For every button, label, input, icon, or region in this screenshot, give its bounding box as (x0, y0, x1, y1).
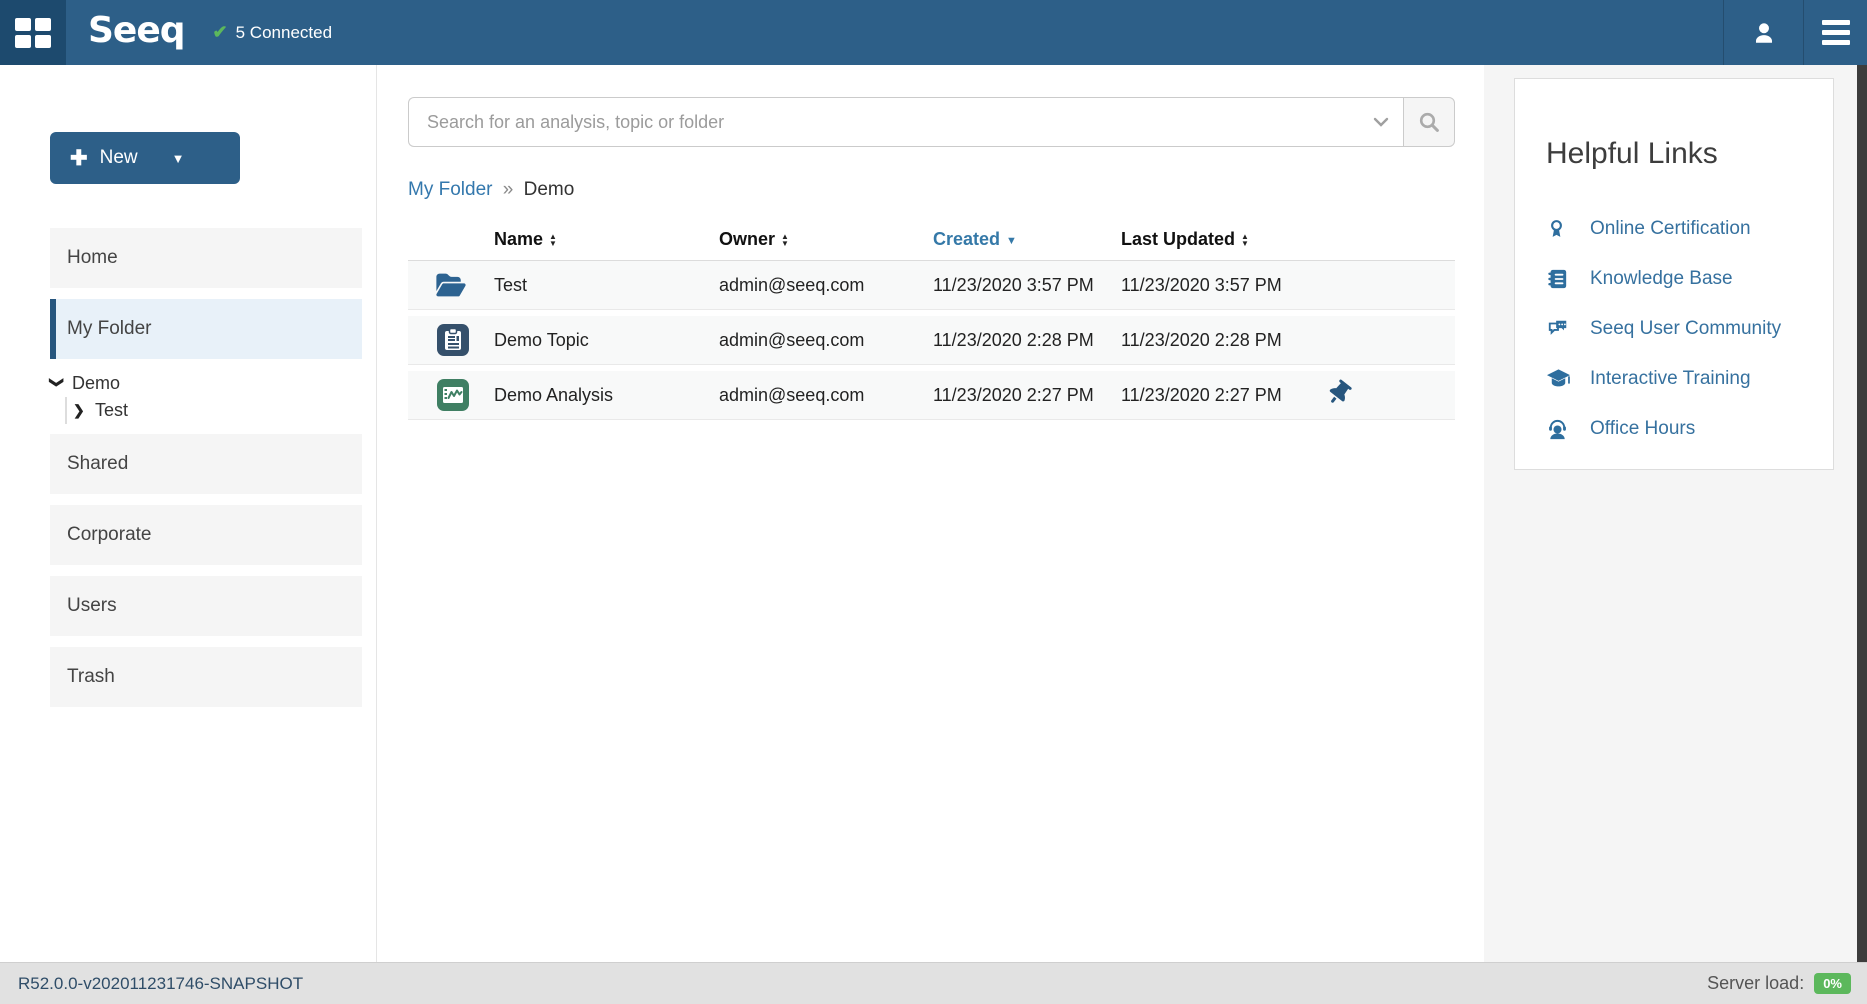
column-header-owner[interactable]: Owner ▲▼ (719, 229, 933, 250)
search-icon (1418, 111, 1440, 133)
main-content: My Folder » Demo Name ▲▼ Owner ▲▼ Create… (377, 65, 1484, 962)
item-name[interactable]: Demo Topic (494, 330, 719, 351)
helpful-links-title: Helpful Links (1546, 137, 1813, 171)
content-table: Name ▲▼ Owner ▲▼ Created ▼ Last Updated … (408, 219, 1455, 420)
link-label: Interactive Training (1590, 368, 1751, 390)
breadcrumb-current: Demo (524, 179, 575, 200)
tree-item-test[interactable]: ❯ Test (73, 397, 376, 424)
table-row[interactable]: Demo Analysis admin@seeq.com 11/23/2020 … (408, 371, 1455, 420)
column-header-name[interactable]: Name ▲▼ (494, 229, 719, 250)
sidebar-item-label: Users (67, 595, 117, 617)
sidebar-item-label: Shared (67, 453, 128, 475)
plus-icon: ✚ (70, 146, 88, 171)
check-icon: ✔ (213, 22, 228, 43)
connection-status[interactable]: ✔ 5 Connected (213, 0, 333, 65)
new-button[interactable]: ✚ New ▼ (50, 132, 240, 184)
item-owner: admin@seeq.com (719, 385, 933, 406)
sidebar-item-users[interactable]: Users (50, 576, 362, 636)
folder-tree: ❯ Demo ❯ Test (50, 370, 376, 424)
server-load-badge: 0% (1814, 973, 1851, 994)
folder-icon (436, 272, 494, 298)
analysis-icon (436, 378, 494, 412)
sort-icon: ▲▼ (1241, 233, 1249, 247)
tree-item-demo[interactable]: ❯ Demo (50, 370, 376, 397)
hamburger-icon (1822, 20, 1850, 45)
caret-down-icon[interactable]: ▼ (172, 151, 185, 166)
breadcrumb-separator: » (503, 179, 514, 200)
headset-icon (1546, 418, 1576, 440)
sidebar: ✚ New ▼ Home My Folder ❯ Demo ❯ Test (0, 65, 377, 962)
link-label: Knowledge Base (1590, 268, 1733, 290)
item-created: 11/23/2020 3:57 PM (933, 275, 1121, 296)
new-button-label: New (100, 147, 138, 169)
topic-icon (436, 323, 494, 357)
search-button[interactable] (1403, 97, 1455, 147)
sidebar-item-corporate[interactable]: Corporate (50, 505, 362, 565)
link-online-certification[interactable]: Online Certification (1546, 204, 1813, 254)
item-updated: 11/23/2020 3:57 PM (1121, 275, 1321, 296)
tree-item-label: Test (95, 400, 128, 421)
chevron-down-icon[interactable]: ❯ (49, 377, 66, 391)
link-label: Office Hours (1590, 418, 1695, 440)
sidebar-item-label: Corporate (67, 524, 152, 546)
link-knowledge-base[interactable]: Knowledge Base (1546, 254, 1813, 304)
sort-desc-icon: ▼ (1006, 235, 1017, 247)
item-owner: admin@seeq.com (719, 275, 933, 296)
sidebar-item-shared[interactable]: Shared (50, 434, 362, 494)
version-label: R52.0.0-v202011231746-SNAPSHOT (18, 974, 303, 994)
user-icon (1751, 20, 1777, 46)
seeq-logo[interactable]: Seeq (66, 0, 213, 65)
connection-status-label: 5 Connected (236, 23, 332, 43)
item-owner: admin@seeq.com (719, 330, 933, 351)
table-row[interactable]: Demo Topic admin@seeq.com 11/23/2020 2:2… (408, 316, 1455, 365)
certification-icon (1546, 218, 1576, 240)
link-interactive-training[interactable]: Interactive Training (1546, 354, 1813, 404)
sort-icon: ▲▼ (549, 233, 557, 247)
sidebar-item-trash[interactable]: Trash (50, 647, 362, 707)
user-profile-button[interactable] (1723, 0, 1803, 65)
tree-item-label: Demo (72, 373, 120, 394)
sidebar-item-label: My Folder (67, 318, 151, 340)
sidebar-item-label: Home (67, 247, 118, 269)
graduation-cap-icon (1546, 368, 1576, 390)
table-row[interactable]: Test admin@seeq.com 11/23/2020 3:57 PM 1… (408, 261, 1455, 310)
sort-icon: ▲▼ (781, 233, 789, 247)
book-icon (1546, 268, 1576, 290)
link-office-hours[interactable]: Office Hours (1546, 404, 1813, 454)
sidebar-item-my-folder[interactable]: My Folder (50, 299, 362, 359)
link-label: Online Certification (1590, 218, 1751, 240)
hamburger-menu-button[interactable] (1803, 0, 1867, 65)
item-name[interactable]: Test (494, 275, 719, 296)
table-header-row: Name ▲▼ Owner ▲▼ Created ▼ Last Updated … (408, 219, 1455, 261)
breadcrumb: My Folder » Demo (408, 179, 1455, 201)
right-panel: Helpful Links Online Certification Knowl… (1484, 65, 1857, 962)
helpful-links-card: Helpful Links Online Certification Knowl… (1514, 78, 1834, 470)
item-created: 11/23/2020 2:27 PM (933, 385, 1121, 406)
item-created: 11/23/2020 2:28 PM (933, 330, 1121, 351)
column-header-created[interactable]: Created ▼ (933, 229, 1121, 250)
server-load-label: Server load: (1707, 973, 1804, 994)
comments-icon (1546, 318, 1576, 340)
column-header-last-updated[interactable]: Last Updated ▲▼ (1121, 229, 1321, 250)
item-name[interactable]: Demo Analysis (494, 385, 719, 406)
item-updated: 11/23/2020 2:28 PM (1121, 330, 1321, 351)
pin-icon[interactable] (1324, 377, 1355, 408)
sidebar-item-home[interactable]: Home (50, 228, 362, 288)
link-seeq-user-community[interactable]: Seeq User Community (1546, 304, 1813, 354)
app-switcher-button[interactable] (0, 0, 66, 65)
search-options-chevron-icon[interactable] (1373, 117, 1389, 127)
sidebar-item-label: Trash (67, 666, 115, 688)
chevron-right-icon[interactable]: ❯ (73, 402, 95, 419)
item-updated: 11/23/2020 2:27 PM (1121, 385, 1321, 406)
breadcrumb-my-folder-link[interactable]: My Folder (408, 179, 492, 200)
top-navbar: Seeq ✔ 5 Connected (0, 0, 1867, 65)
link-label: Seeq User Community (1590, 318, 1781, 340)
status-bar: R52.0.0-v202011231746-SNAPSHOT Server lo… (0, 962, 1867, 1004)
grid-icon (15, 18, 51, 48)
search-input[interactable] (427, 112, 1373, 133)
screen-edge-strip (1857, 65, 1867, 962)
